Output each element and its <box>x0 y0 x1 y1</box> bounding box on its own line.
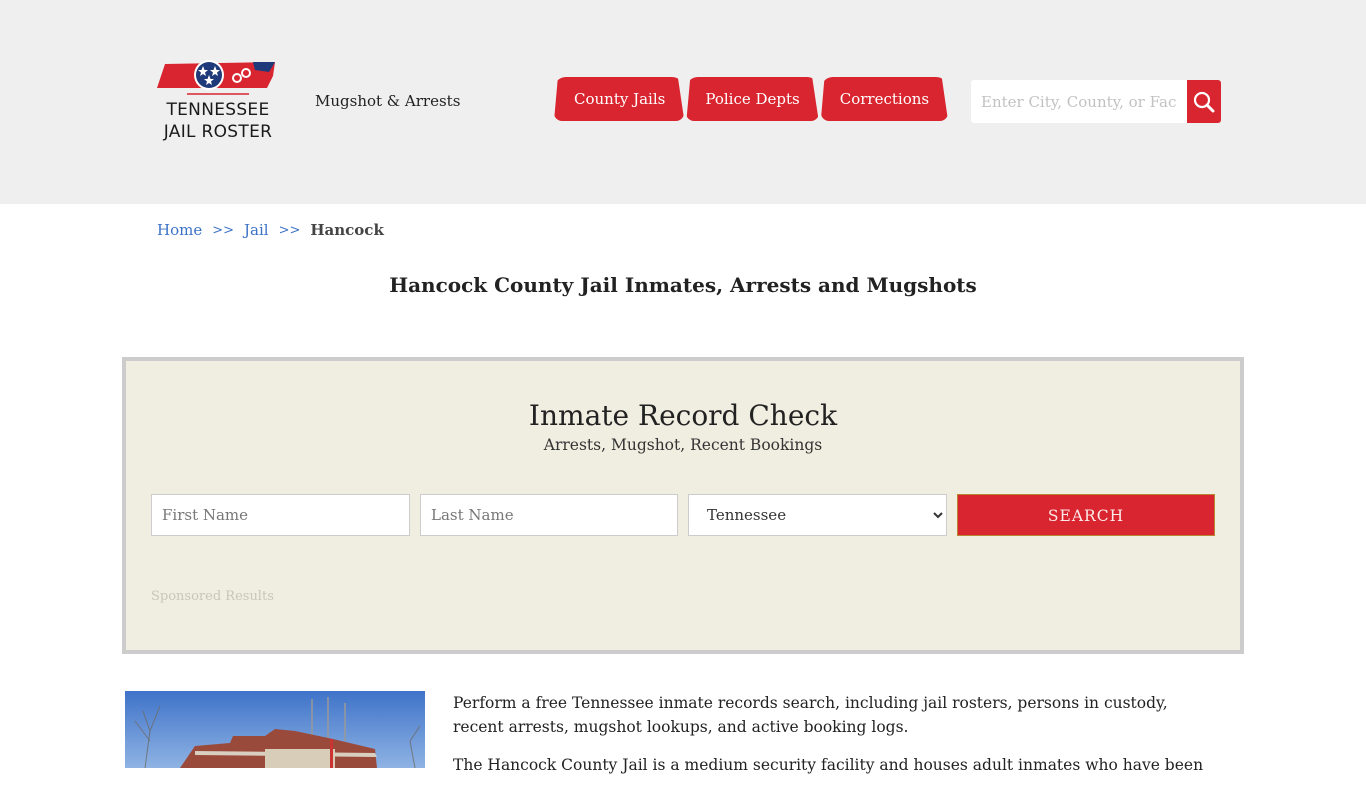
panel-title: Inmate Record Check <box>528 399 838 432</box>
courthouse-image <box>125 691 425 768</box>
breadcrumb-separator: >> <box>212 223 235 238</box>
intro-paragraph: The Hancock County Jail is a medium secu… <box>453 756 1204 774</box>
site-logo[interactable]: TENNESSEE JAIL ROSTER <box>153 56 283 148</box>
nav-tab-corrections[interactable]: Corrections <box>820 77 949 121</box>
nav-tab-county-jails[interactable]: County Jails <box>554 77 685 121</box>
tennessee-state-flag-handcuffs-icon <box>157 60 275 95</box>
breadcrumb-jail[interactable]: Jail <box>244 221 269 239</box>
inmate-record-check-panel: Inmate Record Check Arrests, Mugshot, Re… <box>122 357 1244 654</box>
last-name-input[interactable] <box>420 494 678 536</box>
site-header: TENNESSEE JAIL ROSTER Mugshot & Arrests … <box>0 0 1366 204</box>
intro-text: Perform a free Tennessee inmate records … <box>453 691 1223 791</box>
panel-subtitle: Arrests, Mugshot, Recent Bookings <box>543 436 823 454</box>
nav-tab-police-depts[interactable]: Police Depts <box>686 77 819 121</box>
state-select[interactable]: Tennessee <box>688 494 947 536</box>
site-search-button[interactable] <box>1187 80 1221 123</box>
record-search-button[interactable]: SEARCH <box>957 494 1215 536</box>
main-nav: County Jails Police Depts Corrections <box>554 77 950 121</box>
sponsored-results-label: Sponsored Results <box>151 589 274 604</box>
site-search <box>971 80 1221 123</box>
logo-text-line2: JAIL ROSTER <box>163 122 273 142</box>
first-name-input[interactable] <box>151 494 410 536</box>
breadcrumb: Home >> Jail >> Hancock <box>157 221 384 239</box>
breadcrumb-current: Hancock <box>310 221 384 239</box>
page-title: Hancock County Jail Inmates, Arrests and… <box>389 273 977 297</box>
intro-paragraph: Perform a free Tennessee inmate records … <box>453 694 1168 736</box>
site-tagline: Mugshot & Arrests <box>315 92 461 110</box>
site-search-input[interactable] <box>971 80 1187 123</box>
search-icon <box>1193 91 1215 112</box>
breadcrumb-home[interactable]: Home <box>157 221 202 239</box>
logo-text-line1: TENNESSEE <box>166 100 270 120</box>
breadcrumb-separator: >> <box>278 223 301 238</box>
courthouse-photo <box>125 691 425 768</box>
